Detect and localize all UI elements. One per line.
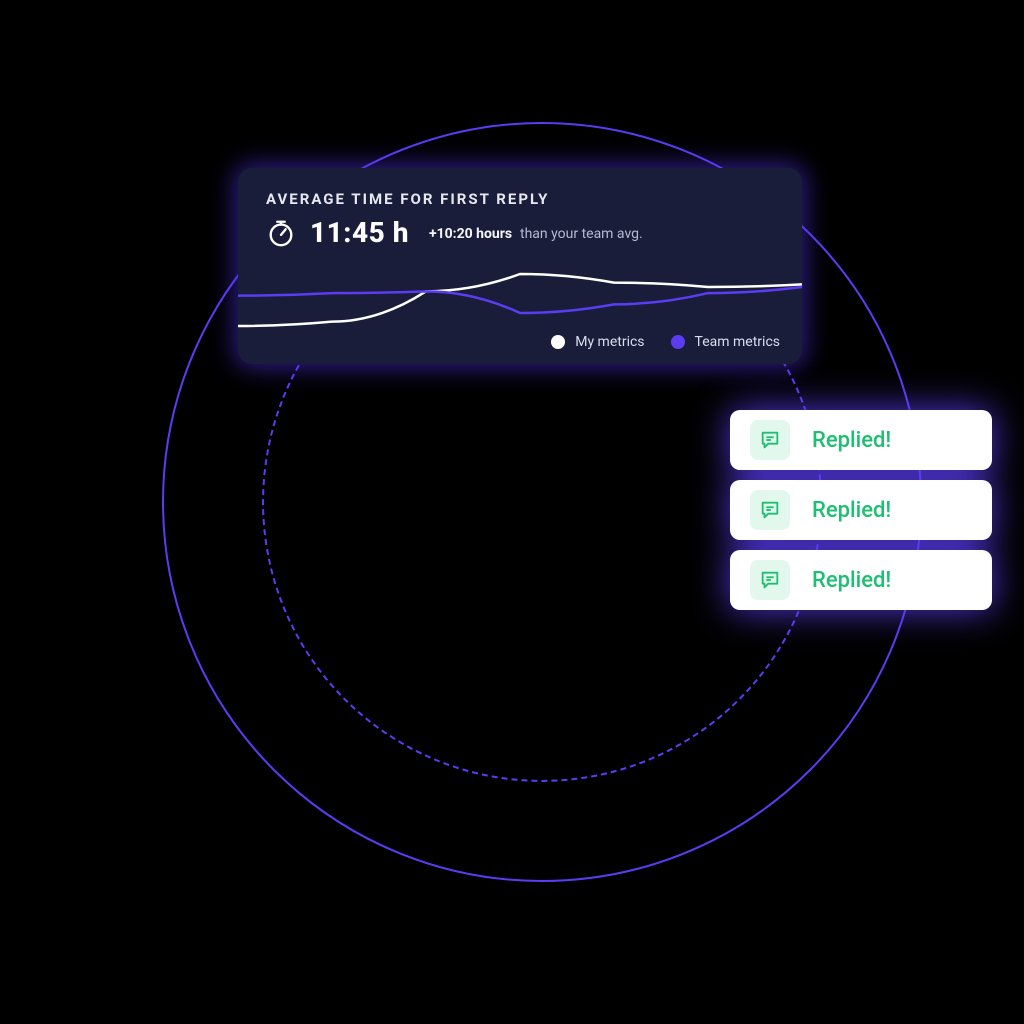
legend-item-my-metrics: My metrics [551,334,644,350]
replied-notification[interactable]: Replied! [730,410,992,470]
notification-label: Replied! [812,498,891,523]
notification-label: Replied! [812,428,891,453]
metric-row: 11:45 h +10:20 hours than your team avg. [266,216,774,249]
chat-reply-icon [750,420,790,460]
metric-value: 11:45 h [310,216,409,249]
chat-reply-icon [750,560,790,600]
replied-notification[interactable]: Replied! [730,550,992,610]
replied-notification-stack: Replied! Replied! Replied! [730,410,992,610]
chat-reply-icon [750,490,790,530]
legend-item-team-metrics: Team metrics [671,334,780,350]
chart-legend: My metrics Team metrics [551,334,780,350]
dashboard-stage: AVERAGE TIME FOR FIRST REPLY 11:45 h +10… [0,0,1024,1024]
card-title: AVERAGE TIME FOR FIRST REPLY [266,190,774,208]
legend-dot-icon [551,335,565,349]
avg-first-reply-card: AVERAGE TIME FOR FIRST REPLY 11:45 h +10… [238,168,802,364]
replied-notification[interactable]: Replied! [730,480,992,540]
legend-label: Team metrics [695,334,780,350]
legend-dot-icon [671,335,685,349]
notification-label: Replied! [812,568,891,593]
trend-chart [238,270,802,330]
stopwatch-icon [266,218,296,248]
legend-label: My metrics [575,334,644,350]
metric-delta: +10:20 hours [429,226,512,242]
metric-suffix: than your team avg. [520,226,643,242]
